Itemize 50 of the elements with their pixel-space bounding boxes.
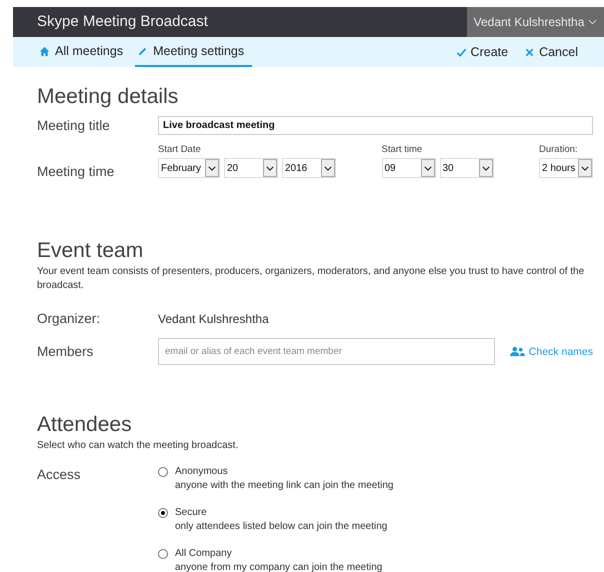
option-label: All Company	[175, 547, 233, 560]
field-label: Meeting title	[37, 118, 111, 133]
chevron-icon	[208, 166, 216, 170]
option-label: Secure	[175, 506, 208, 519]
chevron-icon	[482, 166, 490, 170]
people-icon	[510, 346, 525, 357]
section-heading: Meeting details	[37, 85, 180, 109]
radio-button[interactable]	[158, 549, 168, 559]
chevron-icon	[324, 166, 332, 170]
tab[interactable]: All meetings	[37, 37, 126, 67]
check-icon	[456, 46, 467, 58]
dropdown[interactable]: February	[158, 158, 220, 178]
field-label: Start time	[382, 144, 424, 155]
action-link[interactable]: Cancel	[524, 37, 578, 67]
radio-button[interactable]	[158, 467, 168, 477]
input-field[interactable]: Live broadcast meeting	[158, 116, 593, 135]
option-label: Anonymous	[175, 465, 229, 478]
section-description: Select who can watch the meeting broadcast.	[37, 439, 240, 453]
dropdown[interactable]: 30	[440, 158, 494, 178]
dropdown[interactable]: 2016	[282, 158, 336, 178]
option-description: only attendees listed below can join the meeting	[175, 520, 388, 533]
option-description: anyone from my company can join the meeting	[175, 561, 382, 572]
app-title: Skype Meeting Broadcast	[36, 12, 208, 32]
organizer-name: Vedant Kulshreshtha	[158, 312, 269, 326]
field-label: Members	[37, 344, 94, 359]
dropdown[interactable]: 20	[224, 158, 278, 178]
section-description: Your event team consists of presenters, producers, organizers, moderators, and anyone else you trust to have control of the broadcast.	[37, 265, 586, 293]
user-menu[interactable]: Vedant Kulshreshtha	[467, 7, 604, 37]
section-heading: Event team	[37, 239, 144, 263]
action-link[interactable]: Create	[456, 37, 508, 67]
input-field[interactable]: email or alias of each event team member	[158, 338, 495, 365]
field-label: Duration:	[539, 144, 579, 155]
close-icon	[524, 46, 536, 58]
chevron-icon	[424, 166, 432, 170]
tab[interactable]: Meeting settings	[135, 37, 252, 67]
field-label: Start Date	[158, 144, 202, 155]
chevron-icon	[581, 166, 589, 170]
field-label: Access	[37, 467, 82, 482]
pencil-icon	[137, 46, 148, 56]
user-name: Vedant Kulshreshtha	[474, 15, 584, 29]
field-label: Meeting time	[37, 164, 116, 179]
option-description: anyone with the meeting link can join the meeting	[175, 479, 394, 492]
chevron-icon	[266, 166, 274, 170]
dropdown[interactable]: 2 hours	[539, 158, 593, 178]
radio-button[interactable]	[158, 508, 168, 518]
chevron-icon	[588, 19, 598, 25]
section-heading: Attendees	[37, 413, 133, 437]
field-label: Organizer:	[37, 311, 102, 326]
home-icon	[39, 46, 50, 56]
dropdown[interactable]: 09	[382, 158, 436, 178]
